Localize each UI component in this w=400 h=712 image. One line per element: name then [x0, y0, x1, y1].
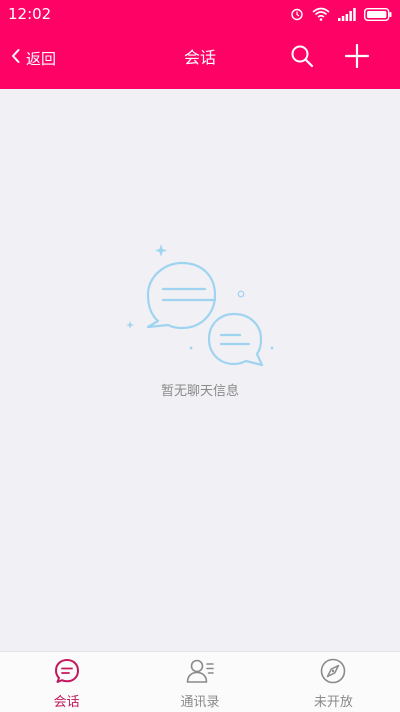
- alarm-icon: [290, 6, 304, 25]
- tab-unavailable[interactable]: 未开放: [267, 652, 400, 712]
- page-title: 会话: [183, 48, 216, 67]
- status-bar: 12:02: [0, 0, 400, 28]
- empty-chat-illustration: [120, 239, 280, 383]
- tab-contacts-label: 通讯录: [180, 695, 220, 710]
- main-content: 暂无聊天信息: [0, 89, 400, 651]
- battery-icon: [363, 6, 392, 25]
- status-icons: [290, 6, 392, 25]
- tab-contacts[interactable]: 通讯录: [133, 652, 266, 712]
- wifi-icon: [312, 6, 330, 25]
- tab-chat-label: 会话: [53, 695, 80, 710]
- app-bar: 返回 会话: [0, 28, 400, 89]
- bottom-tab-bar: 会话 通讯录 未开放: [0, 651, 400, 712]
- empty-state-message: 暂无聊天信息: [160, 384, 239, 399]
- tab-unavailable-label: 未开放: [313, 695, 353, 710]
- status-time: 12:02: [8, 5, 52, 23]
- signal-icon: [338, 6, 356, 25]
- tab-chat[interactable]: 会话: [0, 652, 133, 712]
- chat-icon: [54, 658, 80, 688]
- search-icon: [290, 44, 314, 72]
- add-button[interactable]: [342, 43, 372, 73]
- search-button[interactable]: [287, 43, 317, 73]
- contacts-icon: [186, 658, 214, 688]
- plus-icon: [344, 43, 370, 72]
- compass-icon: [320, 658, 346, 688]
